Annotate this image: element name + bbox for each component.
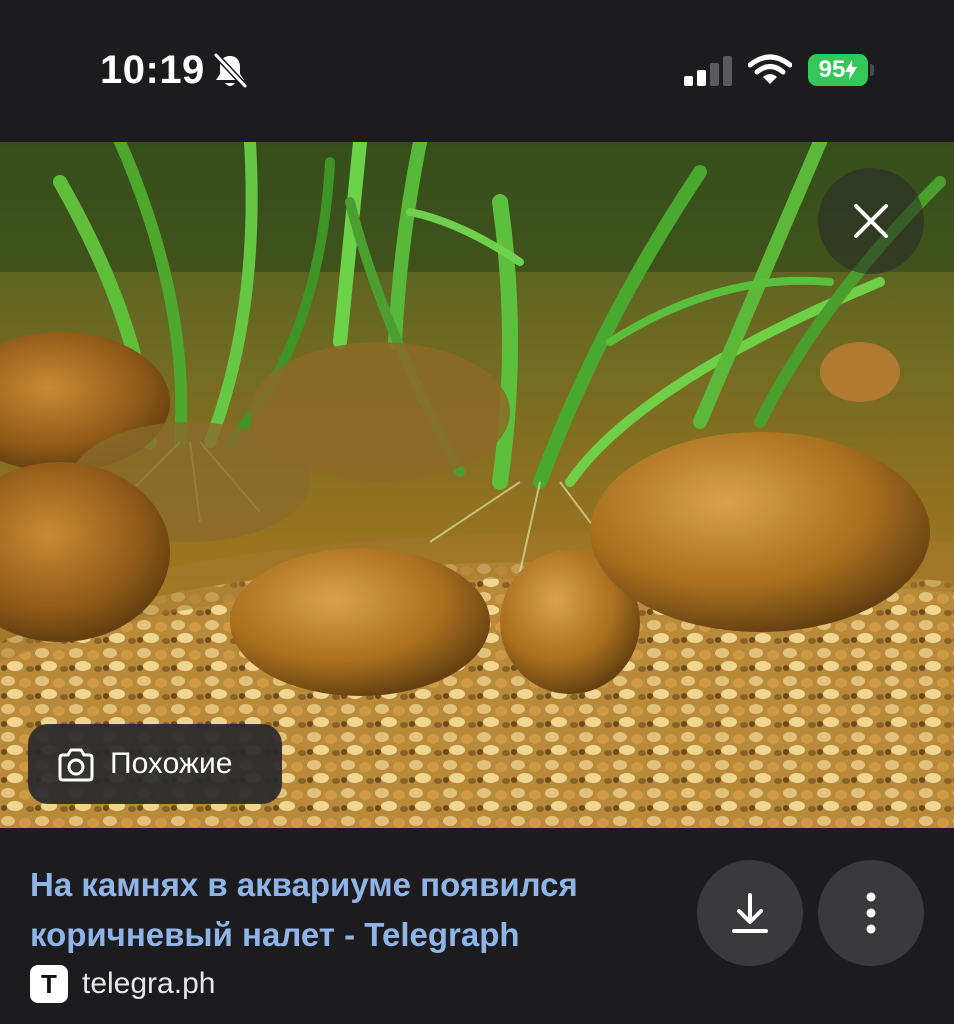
wifi-icon bbox=[748, 54, 792, 84]
status-time: 10:19 bbox=[100, 48, 205, 92]
similar-images-label: Похожие bbox=[110, 747, 233, 780]
download-icon bbox=[732, 893, 768, 933]
battery-level: 95 bbox=[818, 56, 846, 83]
source-domain: telegra.ph bbox=[82, 967, 216, 1000]
source-row[interactable]: T telegra.ph bbox=[30, 964, 215, 1004]
similar-images-button[interactable]: Похожие bbox=[28, 724, 282, 804]
battery-cap bbox=[870, 64, 874, 76]
more-vertical-icon bbox=[866, 892, 876, 934]
result-title-link[interactable]: На камнях в аквариуме появился коричневы… bbox=[30, 860, 680, 960]
more-options-button[interactable] bbox=[818, 860, 924, 966]
camera-lens-icon bbox=[58, 748, 94, 782]
status-bar: 10:19 95 bbox=[0, 0, 954, 142]
cellular-signal-icon bbox=[684, 56, 732, 86]
close-icon bbox=[854, 204, 888, 238]
close-button[interactable] bbox=[818, 168, 924, 274]
download-button[interactable] bbox=[697, 860, 803, 966]
bell-slash-icon bbox=[213, 52, 248, 89]
battery-indicator: 95 bbox=[808, 54, 868, 86]
battery-charging-icon bbox=[845, 60, 858, 80]
telegraph-logo-icon: T bbox=[30, 965, 68, 1003]
